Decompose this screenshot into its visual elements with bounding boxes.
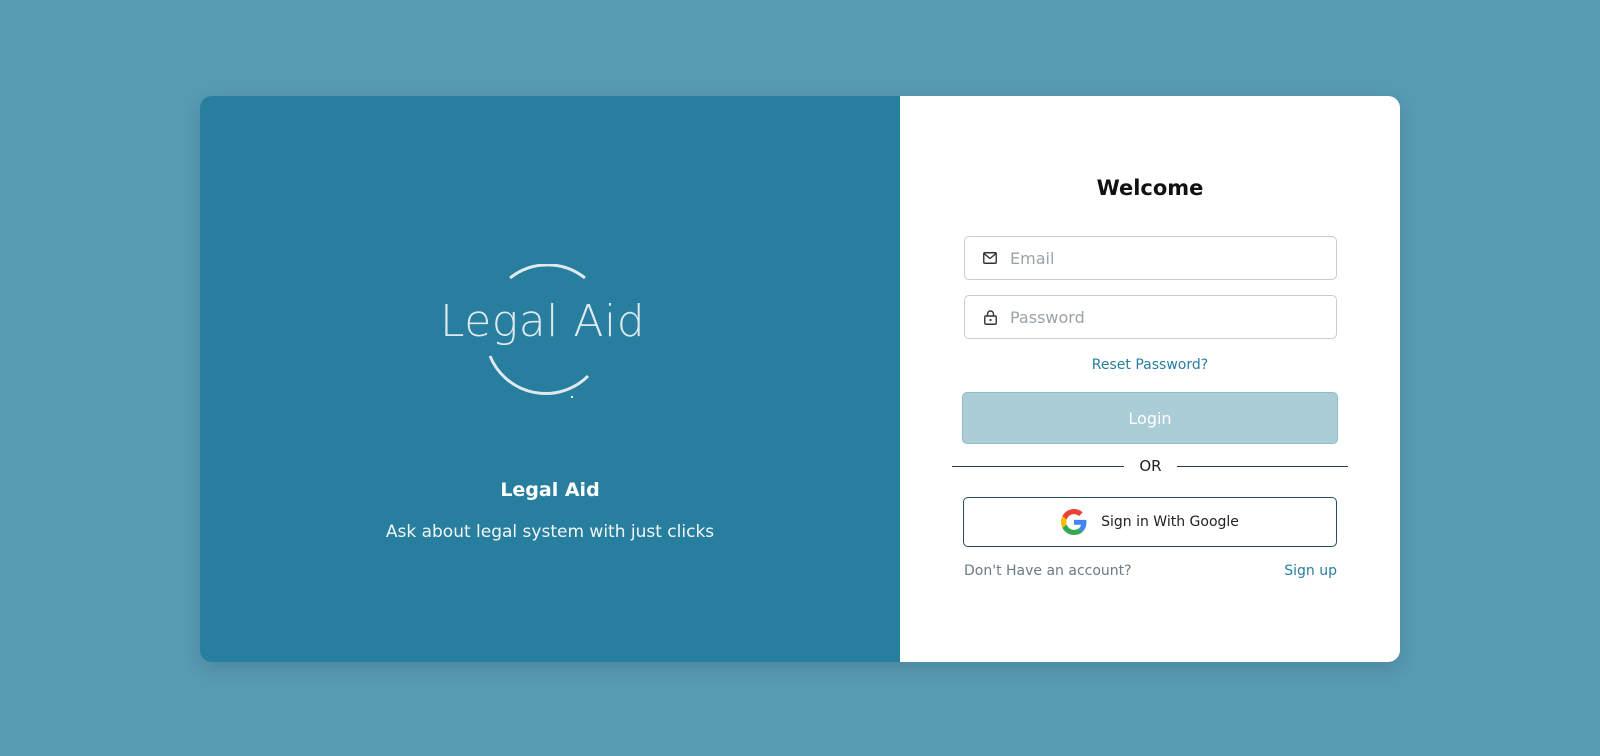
google-signin-label: Sign in With Google <box>1101 514 1239 530</box>
email-field[interactable] <box>964 236 1337 280</box>
or-divider: OR <box>952 456 1348 476</box>
no-account-text: Don't Have an account? <box>964 563 1132 579</box>
reset-password-link[interactable]: Reset Password? <box>900 357 1400 373</box>
divider-line-right <box>1177 466 1348 467</box>
login-button[interactable]: Login <box>962 392 1338 444</box>
google-signin-button[interactable]: Sign in With Google <box>963 497 1337 547</box>
divider-line-left <box>952 466 1124 467</box>
brand-panel: Legal Aid Legal Aid Ask about legal syst… <box>200 96 900 662</box>
signup-link[interactable]: Sign up <box>1284 563 1337 579</box>
google-icon <box>1061 509 1087 535</box>
welcome-heading: Welcome <box>1096 176 1204 200</box>
logo-wordmark: Legal Aid <box>440 296 646 347</box>
email-input[interactable] <box>1010 238 1330 278</box>
mail-icon <box>982 250 998 266</box>
lock-icon <box>982 309 998 325</box>
or-label: OR <box>1139 457 1162 475</box>
password-input[interactable] <box>1010 297 1330 337</box>
login-panel: Welcome Reset Password? Login <box>900 96 1400 662</box>
login-card: Legal Aid Legal Aid Ask about legal syst… <box>200 96 1400 662</box>
legal-aid-logo: Legal Aid <box>440 264 646 398</box>
brand-title: Legal Aid <box>500 479 600 501</box>
brand-tagline: Ask about legal system with just clicks <box>385 522 715 542</box>
password-field[interactable] <box>964 295 1337 339</box>
